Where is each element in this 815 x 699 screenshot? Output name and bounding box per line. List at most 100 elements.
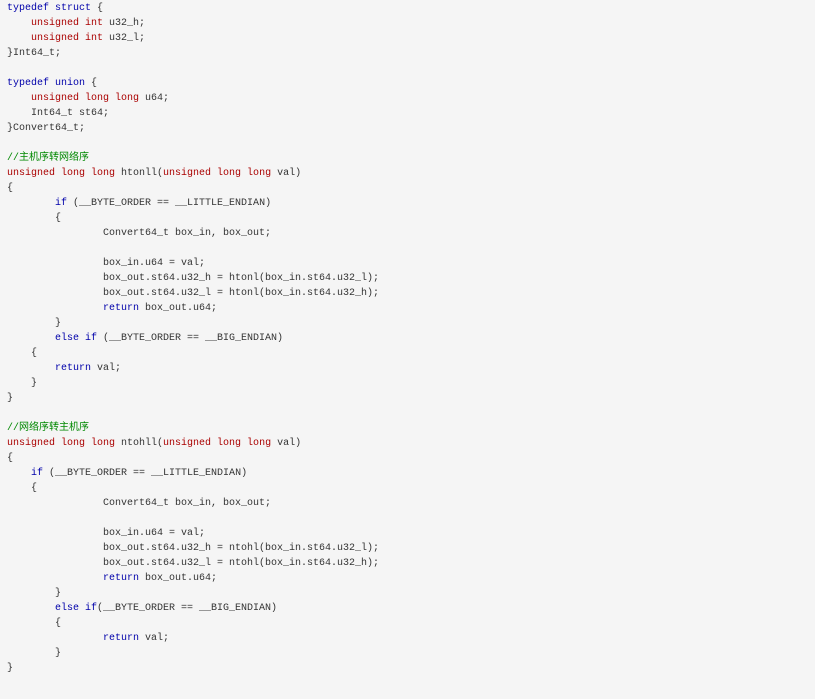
code-line: } [7, 376, 37, 391]
code-token-plain: { [7, 483, 38, 494]
code-line: box_in.u64 = val; [7, 256, 205, 271]
code-token-plain: } [7, 663, 14, 674]
code-token-plain: } [7, 648, 62, 659]
code-token-keyword: if [55, 198, 68, 209]
code-line: return val; [7, 361, 121, 376]
code-token-plain: Int64_t st64; [7, 108, 110, 119]
code-token-plain: box_in.u64 = val; [7, 528, 206, 539]
code-token-plain: } [7, 393, 14, 404]
code-token-plain: box_out.u64; [139, 573, 218, 584]
code-token-type: unsigned long long [163, 438, 272, 449]
code-line: box_out.st64.u32_h = htonl(box_in.st64.u… [7, 271, 379, 286]
code-line: }Convert64_t; [7, 121, 85, 136]
code-token-plain: (__BYTE_ORDER == __LITTLE_ENDIAN) [67, 198, 272, 209]
code-line: } [7, 586, 61, 601]
code-token-keyword: return [103, 573, 140, 584]
code-token-comment: //网络序转主机序 [7, 423, 90, 434]
code-token-plain: box_out.u64; [139, 303, 218, 314]
code-line: return box_out.u64; [7, 301, 217, 316]
code-token-keyword: return [103, 303, 140, 314]
code-token-plain: { [7, 453, 14, 464]
code-line: { [7, 451, 13, 466]
code-line: else if (__BYTE_ORDER == __BIG_ENDIAN) [7, 331, 283, 346]
code-token-type: unsigned int [31, 18, 104, 29]
code-token-keyword: return [55, 363, 92, 374]
code-token-keyword: typedef union [7, 78, 86, 89]
code-token-plain: val; [91, 363, 122, 374]
code-token-keyword: if [31, 468, 44, 479]
code-token-plain: u64; [139, 93, 170, 104]
code-line: box_out.st64.u32_h = ntohl(box_in.st64.u… [7, 541, 379, 556]
code-token-plain: (__BYTE_ORDER == __BIG_ENDIAN) [97, 603, 278, 614]
code-token-type: unsigned int [31, 33, 104, 44]
code-token-plain: { [85, 78, 98, 89]
code-line: } [7, 661, 13, 676]
code-token-plain: }Int64_t; [7, 48, 62, 59]
code-line: box_out.st64.u32_l = htonl(box_in.st64.u… [7, 286, 379, 301]
code-token-plain: box_out.st64.u32_l = ntohl(box_in.st64.u… [7, 558, 380, 569]
code-line: else if(__BYTE_ORDER == __BIG_ENDIAN) [7, 601, 277, 616]
code-token-plain: u32_l; [103, 33, 146, 44]
code-token-type: unsigned long long [31, 93, 140, 104]
code-block: typedef struct { unsigned int u32_h; uns… [0, 0, 815, 699]
code-token-plain: }Convert64_t; [7, 123, 86, 134]
code-token-type: unsigned long long [7, 168, 116, 179]
code-line: box_out.st64.u32_l = ntohl(box_in.st64.u… [7, 556, 379, 571]
code-token-type: unsigned long long [163, 168, 272, 179]
code-line: return val; [7, 631, 169, 646]
code-token-plain: } [7, 378, 38, 389]
code-token-plain: ntohll( [115, 438, 164, 449]
code-token-plain: Convert64_t box_in, box_out; [7, 228, 272, 239]
code-line: return box_out.u64; [7, 571, 217, 586]
code-token-keyword: else if [55, 603, 98, 614]
code-line: { [7, 211, 61, 226]
code-token-comment: //主机序转网络序 [7, 153, 90, 164]
code-line: unsigned long long ntohll(unsigned long … [7, 436, 301, 451]
code-line: Int64_t st64; [7, 106, 109, 121]
code-line: { [7, 346, 37, 361]
code-line: unsigned int u32_l; [7, 31, 145, 46]
code-line: box_in.u64 = val; [7, 526, 205, 541]
code-line: } [7, 316, 61, 331]
code-line: if (__BYTE_ORDER == __LITTLE_ENDIAN) [7, 196, 271, 211]
code-line: Convert64_t box_in, box_out; [7, 226, 271, 241]
code-line: if (__BYTE_ORDER == __LITTLE_ENDIAN) [7, 466, 247, 481]
code-line: unsigned long long htonll(unsigned long … [7, 166, 301, 181]
code-token-keyword: return [103, 633, 140, 644]
code-token-plain: { [7, 348, 38, 359]
code-token-plain: box_in.u64 = val; [7, 258, 206, 269]
code-token-keyword: else if [55, 333, 98, 344]
code-token-plain: } [7, 318, 62, 329]
code-token-type: unsigned long long [7, 438, 116, 449]
code-line: unsigned int u32_h; [7, 16, 145, 31]
code-token-keyword: typedef struct [7, 3, 92, 14]
code-token-plain: box_out.st64.u32_h = htonl(box_in.st64.u… [7, 273, 380, 284]
code-token-plain: { [7, 183, 14, 194]
code-token-plain: val; [139, 633, 170, 644]
code-line: }Int64_t; [7, 46, 61, 61]
code-line: { [7, 616, 61, 631]
code-token-plain: box_out.st64.u32_l = htonl(box_in.st64.u… [7, 288, 380, 299]
code-line: typedef union { [7, 76, 97, 91]
code-line: } [7, 391, 13, 406]
code-token-plain: } [7, 588, 62, 599]
code-token-plain: (__BYTE_ORDER == __BIG_ENDIAN) [97, 333, 284, 344]
code-line: unsigned long long u64; [7, 91, 169, 106]
code-token-plain: htonll( [115, 168, 164, 179]
code-token-plain: { [91, 3, 104, 14]
code-token-plain: box_out.st64.u32_h = ntohl(box_in.st64.u… [7, 543, 380, 554]
code-token-plain: Convert64_t box_in, box_out; [7, 498, 272, 509]
code-token-plain: val) [271, 438, 302, 449]
code-token-plain: (__BYTE_ORDER == __LITTLE_ENDIAN) [43, 468, 248, 479]
code-line: typedef struct { [7, 1, 103, 16]
code-line: //网络序转主机序 [7, 421, 89, 436]
code-token-plain: val) [271, 168, 302, 179]
